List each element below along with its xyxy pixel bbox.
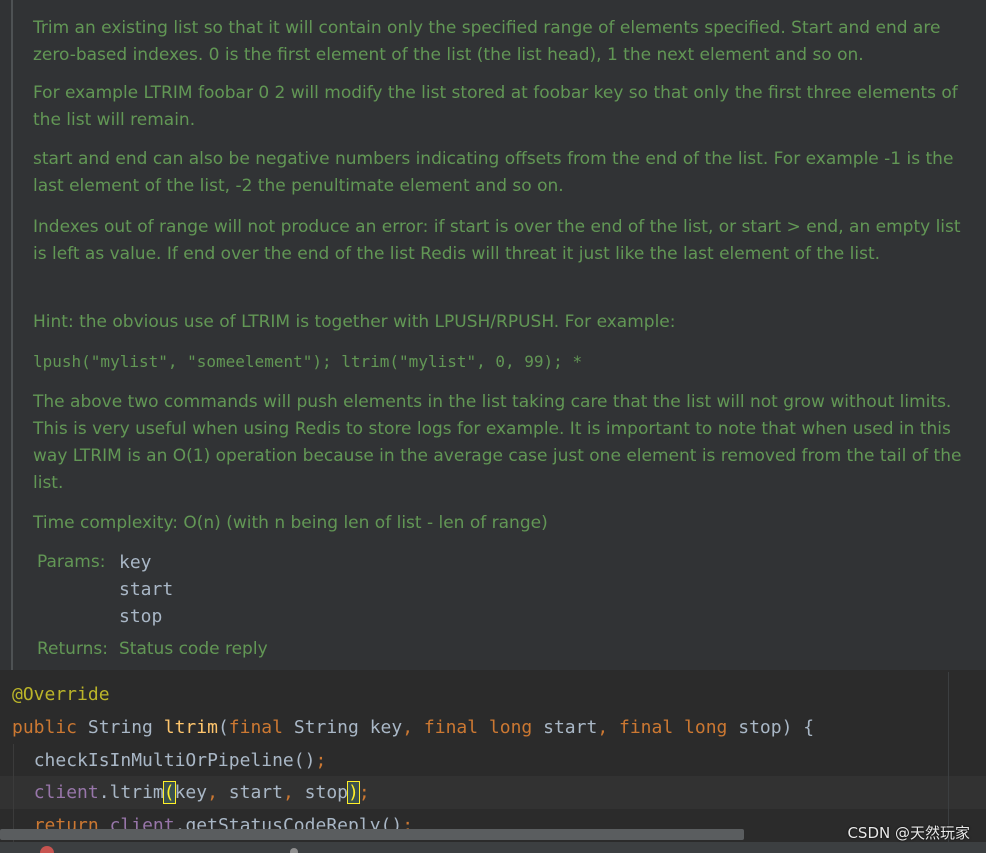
doc-paragraph-hint: Hint: the obvious use of LTRIM is togeth… <box>33 312 676 332</box>
param-start: start <box>119 579 174 600</box>
param-type-string: String <box>293 717 359 738</box>
returns-value: Status code reply <box>119 639 268 659</box>
doc-paragraph-usage: The above two commands will push element… <box>33 392 962 493</box>
param-stop: stop <box>119 606 163 627</box>
method-name: ltrim <box>163 717 218 738</box>
code-line-client-ltrim[interactable]: client.ltrim(key, start, stop); <box>12 776 370 809</box>
keyword-public: public <box>12 717 78 738</box>
horizontal-scrollbar[interactable] <box>0 829 744 840</box>
return-type: String <box>87 717 153 738</box>
error-icon[interactable] <box>40 846 54 853</box>
field-client: client <box>33 782 99 803</box>
code-line-method-signature[interactable]: public String ltrim(final String key, fi… <box>12 711 814 744</box>
status-icon <box>290 848 298 853</box>
code-line-annotation[interactable]: @Override <box>12 678 110 711</box>
call-ltrim: ltrim <box>109 782 164 803</box>
doc-code-example: lpush("mylist", "someelement"); ltrim("m… <box>33 352 583 371</box>
doc-paragraph-out-of-range: Indexes out of range will not produce an… <box>33 217 961 264</box>
arg-start: start <box>228 782 283 803</box>
params-label: Params: <box>37 552 106 572</box>
override-annotation: @Override <box>12 684 110 705</box>
doc-paragraph-negative-indexes: start and end can also be negative numbe… <box>33 149 954 196</box>
code-line-check[interactable]: checkIsInMultiOrPipeline(); <box>12 744 327 777</box>
doc-paragraph-description: Trim an existing list so that it will co… <box>33 18 941 65</box>
keyword-long: long <box>684 717 728 738</box>
javadoc-gutter-bar <box>11 0 13 670</box>
arg-key: key <box>174 782 208 803</box>
rendered-javadoc: Trim an existing list so that it will co… <box>0 0 986 670</box>
code-editor[interactable]: Trim an existing list so that it will co… <box>0 0 986 853</box>
brace-match-close: ) <box>347 781 360 804</box>
returns-label: Returns: <box>37 639 108 659</box>
keyword-final: final <box>423 717 479 738</box>
param-name-stop: stop <box>738 717 782 738</box>
bottom-toolbar-strip <box>0 842 986 853</box>
doc-paragraph-example: For example LTRIM foobar 0 2 will modify… <box>33 83 958 130</box>
param-key: key <box>119 552 152 573</box>
arg-stop: stop <box>304 782 349 803</box>
doc-paragraph-complexity: Time complexity: O(n) (with n being len … <box>33 513 548 533</box>
param-name-start: start <box>543 717 598 738</box>
watermark: CSDN @天然玩家 <box>847 824 970 842</box>
param-name-key: key <box>369 717 403 738</box>
keyword-long: long <box>488 717 533 738</box>
call-check-multi: checkIsInMultiOrPipeline <box>33 750 294 771</box>
keyword-final: final <box>619 717 674 738</box>
brace-match-open: ( <box>162 781 176 804</box>
keyword-final: final <box>228 717 283 738</box>
